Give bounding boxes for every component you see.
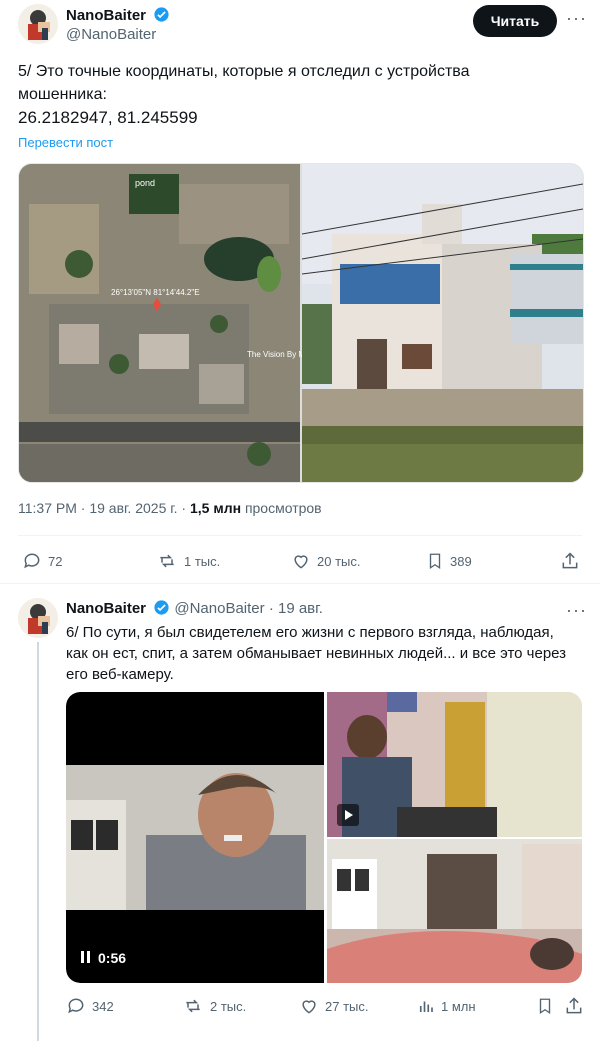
share-button[interactable]	[564, 996, 584, 1016]
bookmark-button[interactable]	[536, 996, 554, 1016]
author-row[interactable]: NanoBaiter @NanoBaiter · 19 авг.	[66, 599, 323, 617]
satellite-map-image[interactable]: pond 26°13'05"N 81°14'44.2"E The Vision …	[19, 164, 305, 482]
translate-link[interactable]: Перевести пост	[18, 135, 113, 150]
retweet-button[interactable]: 2 тыс.	[182, 996, 246, 1016]
tweet-text-line: 5/ Это точные координаты, которые я отсл…	[18, 63, 470, 80]
verified-badge-icon	[154, 7, 170, 22]
share-icon	[566, 997, 582, 1014]
tweet-text-line: 6/ По сути, я был свидетелем его жизни с…	[66, 624, 554, 641]
share-button[interactable]	[560, 551, 580, 571]
reply-icon	[24, 553, 40, 569]
author-handle[interactable]: @NanoBaiter	[174, 600, 264, 617]
retweet-icon	[186, 999, 200, 1013]
verified-badge-icon	[154, 600, 169, 615]
tweet-text-line: как он ест, спит, а затем обманывает нев…	[66, 645, 567, 662]
tweet-text: 6/ По сути, я был свидетелем его жизни с…	[66, 622, 586, 685]
video-thumbnail[interactable]	[327, 692, 582, 837]
more-icon[interactable]: ···	[566, 8, 587, 29]
like-count: 20 тыс.	[317, 553, 361, 569]
more-icon[interactable]: ···	[566, 600, 587, 621]
tweet-text-line: мошенника:	[18, 86, 107, 103]
share-icon	[562, 552, 578, 569]
tweet-coords: 26.2182947, 81.245599	[18, 108, 198, 127]
building-photo[interactable]	[301, 164, 583, 482]
divider	[18, 535, 582, 536]
reply-count: 72	[48, 553, 63, 569]
room-photo[interactable]	[327, 839, 582, 983]
reply-icon	[68, 998, 84, 1014]
tweet-date[interactable]: 19 авг. 2025 г.	[89, 500, 177, 516]
thread-line	[37, 642, 39, 1041]
views-label: просмотров	[244, 500, 322, 516]
retweet-count: 2 тыс.	[210, 998, 247, 1014]
play-icon[interactable]	[337, 804, 359, 826]
bookmark-icon	[539, 998, 551, 1015]
retweet-count: 1 тыс.	[184, 553, 221, 569]
like-icon	[302, 1000, 316, 1014]
bookmark-icon	[429, 553, 441, 570]
retweet-button[interactable]: 1 тыс.	[156, 551, 220, 571]
bookmark-button[interactable]: 389	[426, 551, 472, 571]
like-icon	[294, 555, 308, 569]
views-count: 1 млн	[441, 998, 476, 1014]
tweet-date[interactable]: · 19 авг.	[269, 600, 323, 617]
views-button[interactable]: 1 млн	[417, 996, 476, 1016]
reply-button[interactable]: 342	[66, 996, 114, 1016]
reply-button[interactable]: 72	[22, 551, 62, 571]
author-handle[interactable]: @NanoBaiter	[66, 26, 156, 43]
like-button[interactable]: 20 тыс.	[291, 551, 360, 571]
media-grid: pond 26°13'05"N 81°14'44.2"E The Vision …	[18, 163, 584, 483]
pause-icon[interactable]	[80, 950, 92, 964]
tweet-text-line: его веб-камеру.	[66, 666, 174, 683]
map-coords-overlay: 26°13'05"N 81°14'44.2"E	[111, 288, 200, 297]
like-button[interactable]: 27 тыс.	[299, 996, 368, 1016]
author-name[interactable]: NanoBaiter	[66, 7, 146, 24]
video-duration: 0:56	[98, 950, 127, 966]
media-grid: 0:56	[66, 692, 582, 983]
avatar[interactable]	[18, 598, 58, 638]
meta-separator: ·	[181, 500, 187, 516]
video-player[interactable]: 0:56	[66, 692, 324, 983]
tweet-text: 5/ Это точные координаты, которые я отсл…	[18, 60, 583, 129]
map-label-pond: pond	[135, 178, 156, 188]
author-row[interactable]: NanoBaiter	[66, 6, 170, 25]
avatar[interactable]	[18, 4, 58, 44]
like-count: 27 тыс.	[325, 998, 369, 1014]
meta-separator: ·	[80, 500, 86, 516]
views-icon	[419, 1001, 433, 1012]
tweet-separator	[0, 583, 600, 584]
map-label-vision: The Vision By M	[247, 350, 306, 359]
bookmark-count: 389	[450, 553, 472, 569]
follow-button[interactable]: Читать	[473, 5, 557, 37]
author-name[interactable]: NanoBaiter	[66, 600, 146, 617]
views-count: 1,5 млн	[189, 500, 242, 516]
reply-count: 342	[92, 998, 114, 1014]
tweet-time[interactable]: 11:37 PM	[18, 500, 77, 516]
tweet-meta: 11:37 PM · 19 авг. 2025 г. · 1,5 млн про…	[18, 500, 322, 516]
retweet-icon	[160, 554, 174, 568]
